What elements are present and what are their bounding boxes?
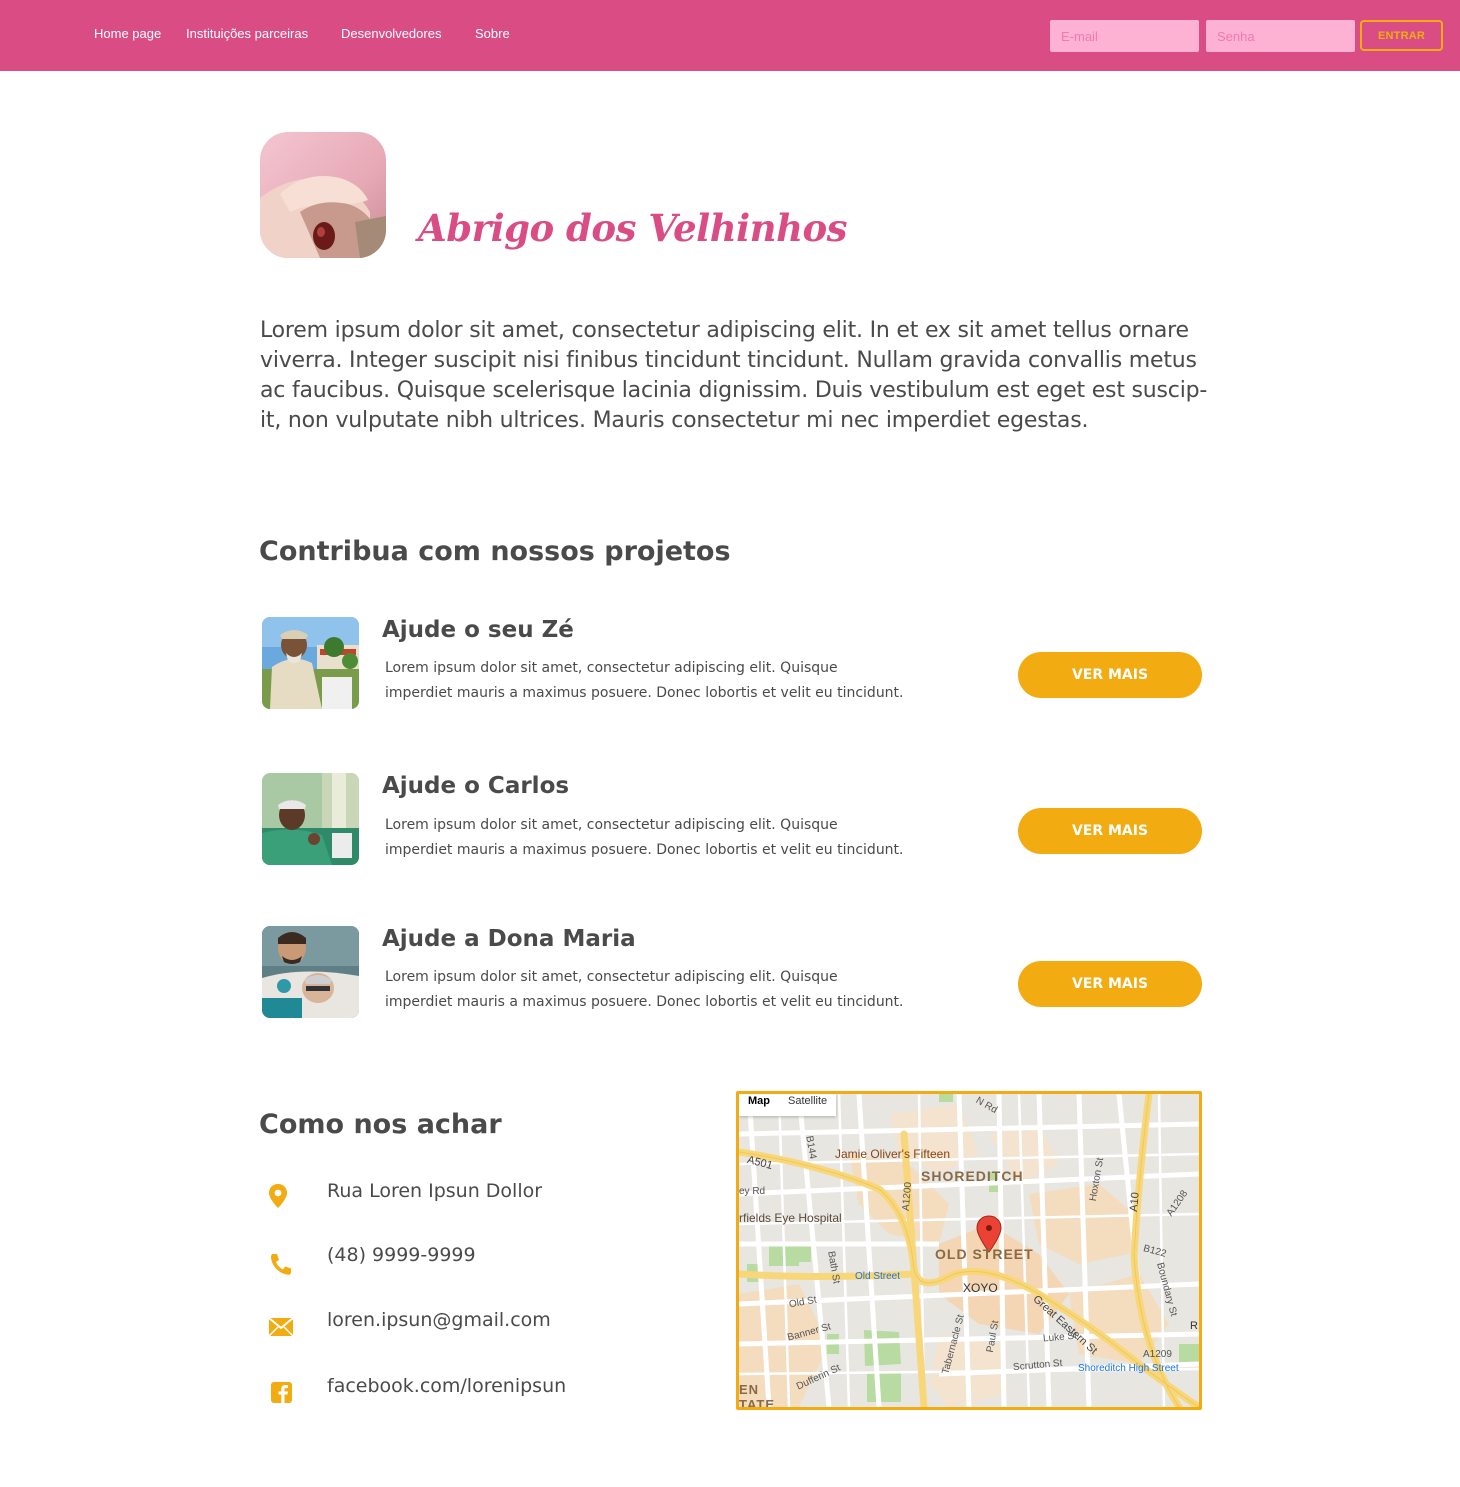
- projects-section-title: Contribua com nossos projetos: [259, 536, 731, 567]
- project-card: Ajude a Dona Maria Lorem ipsum dolor sit…: [260, 926, 1202, 1026]
- map-label-poi-restaurant: Jamie Oliver's Fifteen: [835, 1147, 950, 1161]
- project-description: Lorem ipsum dolor sit amet, consectetur …: [385, 817, 904, 858]
- map-label-poi-hospital: rfields Eye Hospital: [739, 1211, 842, 1225]
- contact-section-title: Como nos achar: [259, 1109, 502, 1140]
- facebook-icon: [268, 1381, 294, 1407]
- project-card: Ajude o Carlos Lorem ipsum dolor sit ame…: [260, 773, 1202, 873]
- location-map[interactable]: Map Satellite SHOREDITCH OLD STREET Jami…: [736, 1091, 1202, 1410]
- address-text: Rua Loren Ipsun Dollor: [327, 1180, 543, 1202]
- project-name: Ajude o Carlos: [382, 773, 570, 799]
- nav-about-link[interactable]: Sobre: [475, 26, 510, 41]
- project-photo: [262, 926, 359, 1018]
- project-description: Lorem ipsum dolor sit amet, consectetur …: [385, 660, 904, 701]
- institution-description: Lorem ipsum dolor sit amet, consectetur …: [260, 318, 1208, 433]
- map-tab-map[interactable]: Map: [739, 1094, 779, 1116]
- ver-mais-button[interactable]: VER MAIS: [1018, 808, 1202, 854]
- ver-mais-button[interactable]: VER MAIS: [1018, 961, 1202, 1007]
- project-name: Ajude a Dona Maria: [382, 926, 636, 952]
- map-label-area: TATE: [739, 1397, 776, 1410]
- institution-name: Abrigo dos Velhinhos: [418, 206, 848, 250]
- email-text: loren.ipsun@gmail.com: [327, 1309, 551, 1331]
- map-label-road: A1209: [1143, 1349, 1172, 1360]
- map-label-area: OLD STREET: [935, 1246, 1034, 1262]
- map-label-road: R: [1190, 1320, 1198, 1332]
- project-card: Ajude o seu Zé Lorem ipsum dolor sit ame…: [260, 617, 1202, 717]
- password-input[interactable]: [1206, 20, 1355, 52]
- map-label-station-old-street: Old Street: [855, 1271, 901, 1282]
- project-photo: [262, 773, 359, 865]
- email-input[interactable]: [1050, 20, 1199, 52]
- project-photo: [262, 617, 359, 709]
- project-name: Ajude o seu Zé: [382, 617, 574, 643]
- map-label-area: EN: [739, 1382, 760, 1397]
- map-tab-satellite[interactable]: Satellite: [779, 1094, 836, 1116]
- map-label-station-shoreditch: Shoreditch High Street: [1078, 1363, 1179, 1374]
- facebook-text: facebook.com/lorenipsun: [327, 1375, 567, 1397]
- nav-partner-institutions-link[interactable]: Instituições parceiras: [186, 26, 308, 41]
- map-label-poi-venue: XOYO: [963, 1281, 998, 1295]
- mail-icon: [268, 1316, 294, 1342]
- phone-icon: [268, 1251, 294, 1277]
- phone-text: (48) 9999-9999: [327, 1244, 476, 1266]
- top-navbar: Home page Instituições parceiras Desenvo…: [0, 0, 1460, 71]
- institution-logo: [260, 132, 386, 258]
- map-label-district: SHOREDITCH: [921, 1168, 1024, 1184]
- login-button[interactable]: ENTRAR: [1360, 20, 1443, 51]
- map-label-road: A10: [1127, 1191, 1142, 1213]
- map-type-tabs: Map Satellite: [739, 1094, 837, 1116]
- map-label-road: ey Rd: [739, 1186, 766, 1197]
- nav-home-link[interactable]: Home page: [94, 26, 161, 41]
- project-description: Lorem ipsum dolor sit amet, consectetur …: [385, 969, 904, 1010]
- location-pin-icon: [268, 1182, 294, 1208]
- ver-mais-button[interactable]: VER MAIS: [1018, 652, 1202, 698]
- nav-developers-link[interactable]: Desenvolvedores: [341, 26, 441, 41]
